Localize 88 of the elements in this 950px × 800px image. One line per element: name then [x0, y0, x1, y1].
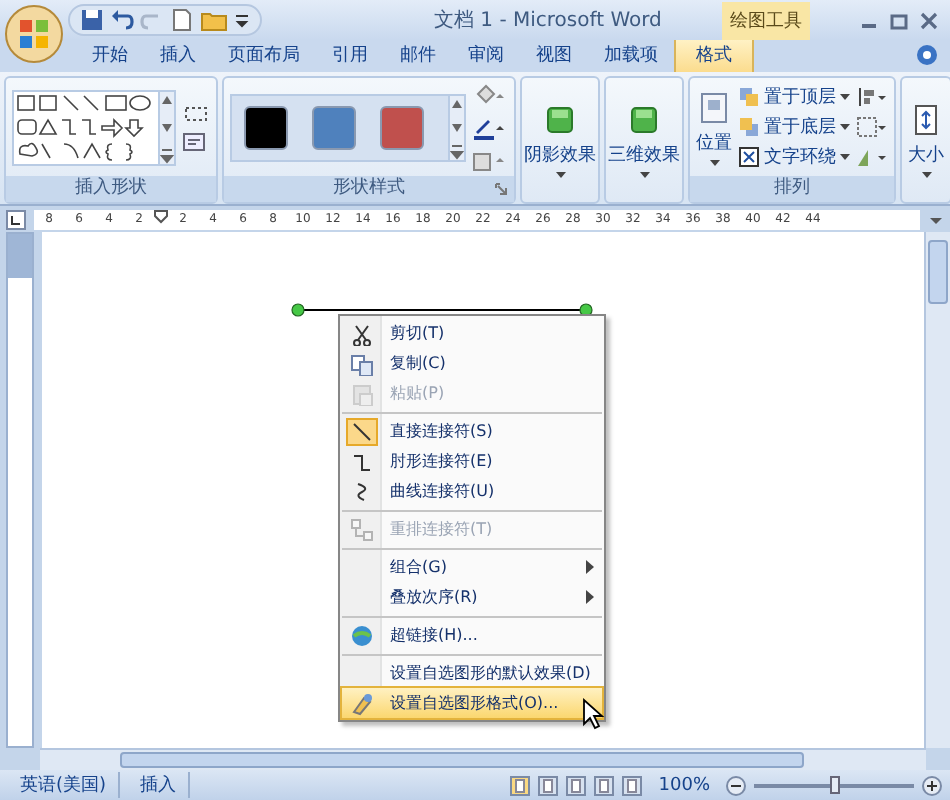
scroll-down-icon[interactable]: [160, 119, 174, 135]
reading-view-icon[interactable]: [538, 775, 559, 795]
menu-item[interactable]: 肘形连接符(E): [342, 446, 602, 476]
draft-view-icon[interactable]: [622, 775, 643, 795]
group-label: 排列: [690, 176, 894, 202]
dropdown-caret-icon: [840, 154, 850, 160]
ribbon-tab[interactable]: 加载项: [588, 38, 674, 72]
submenu-arrow-icon: [586, 590, 594, 604]
more-icon[interactable]: [450, 143, 464, 159]
save-icon[interactable]: [80, 8, 104, 32]
zoom-out-icon[interactable]: [726, 775, 746, 795]
window-title: 文档 1 - Microsoft Word: [434, 7, 662, 34]
contextual-tab-group-label: 绘图工具: [721, 2, 810, 40]
ribbon-button[interactable]: 位置: [696, 89, 732, 165]
position-icon: [696, 89, 732, 125]
scroll-down-icon[interactable]: [450, 119, 464, 135]
ribbon-tab[interactable]: 插入: [144, 38, 212, 72]
zoom-level[interactable]: 100%: [658, 775, 710, 795]
paste-icon: [350, 381, 374, 405]
text-wrap-icon: [738, 146, 760, 168]
menu-item[interactable]: 设置自选图形格式(O)...: [342, 688, 602, 718]
submenu-arrow-icon: [586, 560, 594, 574]
dropdown-caret-icon: [921, 172, 931, 178]
scroll-up-icon[interactable]: [160, 91, 174, 107]
insert-mode-indicator[interactable]: 插入: [128, 772, 191, 798]
menu-item[interactable]: 组合(G): [342, 548, 602, 582]
cube-icon: [626, 102, 662, 138]
menu-item[interactable]: 超链接(H)...: [342, 616, 602, 650]
scissors-icon: [350, 321, 374, 345]
dropdown-caret-icon: [709, 159, 719, 165]
connector-icon: [350, 517, 374, 541]
pen-outline-icon[interactable]: [472, 115, 508, 139]
help-icon[interactable]: [916, 44, 938, 66]
undo-icon[interactable]: [110, 8, 134, 32]
shape-format-icon: [350, 691, 374, 715]
menu-item[interactable]: 叠放次序(R): [342, 582, 602, 612]
group-icon[interactable]: [856, 116, 888, 138]
horizontal-scrollbar[interactable]: [40, 748, 926, 770]
globe-icon: [350, 623, 374, 647]
ribbon-tab[interactable]: 页面布局: [212, 38, 316, 72]
ribbon-tab[interactable]: 邮件: [384, 38, 452, 72]
elbow-connector-icon: [350, 449, 374, 473]
ribbon-tab[interactable]: 引用: [316, 38, 384, 72]
ribbon-tab[interactable]: 审阅: [452, 38, 520, 72]
more-icon[interactable]: [160, 147, 174, 163]
dropdown-caret-icon: [639, 172, 649, 178]
ribbon-button[interactable]: 置于底层: [738, 114, 850, 140]
print-layout-icon[interactable]: [510, 775, 531, 795]
ribbon-button[interactable]: 三维效果: [608, 102, 680, 178]
scroll-up-icon[interactable]: [450, 95, 464, 111]
style-swatch[interactable]: [312, 105, 356, 149]
edit-points-icon[interactable]: [182, 103, 210, 123]
vertical-scrollbar[interactable]: [924, 232, 950, 748]
dropdown-caret-icon: [840, 94, 850, 100]
group-label: 插入形状: [6, 176, 216, 202]
group-label: 形状样式: [224, 176, 514, 202]
ribbon-button[interactable]: 置于顶层: [738, 84, 850, 110]
connector-line[interactable]: [290, 302, 594, 318]
new-document-icon[interactable]: [170, 8, 194, 32]
tab-selector-icon[interactable]: [6, 209, 26, 229]
menu-item[interactable]: 复制(C): [342, 348, 602, 378]
style-swatch[interactable]: [380, 105, 424, 149]
dropdown-caret-icon: [555, 172, 565, 178]
text-box-icon[interactable]: [182, 131, 206, 151]
restore-icon[interactable]: [890, 11, 908, 29]
dialog-launcher-icon[interactable]: [494, 182, 508, 196]
style-swatch[interactable]: [244, 105, 288, 149]
send-backward-icon: [738, 116, 760, 138]
ribbon-button[interactable]: 文字环绕: [738, 144, 850, 170]
dropdown-caret-icon: [840, 124, 850, 130]
slider-thumb[interactable]: [830, 775, 840, 793]
indent-marker-icon[interactable]: [154, 210, 168, 228]
ribbon-tab[interactable]: 开始: [76, 38, 144, 72]
web-layout-icon[interactable]: [566, 775, 587, 795]
zoom-in-icon[interactable]: [922, 775, 942, 795]
outline-view-icon[interactable]: [594, 775, 615, 795]
close-icon[interactable]: [920, 11, 938, 29]
align-icon[interactable]: [856, 86, 888, 108]
language-indicator[interactable]: 英语(美国): [8, 772, 121, 798]
menu-item[interactable]: 曲线连接符(U): [342, 476, 602, 506]
menu-item[interactable]: 直接连接符(S): [342, 412, 602, 446]
cube-icon: [542, 102, 578, 138]
ribbon-button[interactable]: 阴影效果: [524, 102, 596, 178]
ribbon-button[interactable]: 大小: [908, 102, 944, 178]
menu-item[interactable]: 剪切(T): [342, 318, 602, 348]
ribbon-tab[interactable]: 视图: [520, 38, 588, 72]
copy-icon: [350, 351, 374, 375]
bring-forward-icon: [738, 86, 760, 108]
